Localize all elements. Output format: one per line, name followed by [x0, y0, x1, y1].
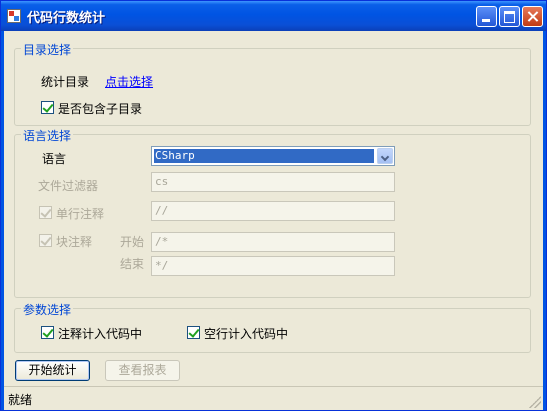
- count-comments-checkbox[interactable]: [41, 326, 54, 339]
- parameters-group: 参数选择 注释计入代码中 空行计入代码中: [14, 301, 531, 353]
- line-comment-checkbox[interactable]: [39, 206, 52, 219]
- block-start-input[interactable]: /*: [151, 232, 395, 252]
- language-select-value: CSharp: [154, 149, 374, 163]
- directory-group: 目录选择 统计目录 点击选择 是否包含子目录: [14, 41, 531, 126]
- client-area: 目录选择 统计目录 点击选择 是否包含子目录 语言选择 语言 CSharp 文件…: [4, 31, 543, 410]
- app-icon: [7, 9, 21, 23]
- language-label: 语言: [42, 152, 67, 166]
- window-title: 代码行数统计: [27, 11, 106, 26]
- start-count-button[interactable]: 开始统计: [15, 360, 90, 381]
- line-comment-input[interactable]: //: [151, 201, 395, 221]
- pick-directory-link[interactable]: 点击选择: [105, 73, 153, 90]
- language-select[interactable]: CSharp: [151, 146, 395, 166]
- status-bar: 就绪: [4, 386, 543, 410]
- block-start-label: 开始: [120, 235, 145, 249]
- block-end-input[interactable]: */: [151, 256, 395, 276]
- include-subdirs-label[interactable]: 是否包含子目录: [58, 100, 142, 117]
- main-window: 代码行数统计 目录选择 统计目录 点击选择 是否包含子目录 语言选择 语言 CS…: [0, 0, 547, 411]
- language-group-title: 语言选择: [21, 127, 74, 144]
- close-button[interactable]: [522, 6, 543, 27]
- directory-label: 统计目录: [41, 75, 90, 89]
- count-blank-lines-label[interactable]: 空行计入代码中: [204, 325, 288, 342]
- status-text: 就绪: [8, 393, 33, 407]
- file-filter-label: 文件过滤器: [38, 179, 99, 193]
- parameters-group-title: 参数选择: [21, 301, 74, 318]
- maximize-button[interactable]: [499, 6, 520, 27]
- block-comment-label: 块注释: [56, 235, 93, 249]
- line-comment-label: 单行注释: [56, 207, 105, 221]
- count-blank-lines-checkbox[interactable]: [187, 326, 200, 339]
- block-end-label: 结束: [120, 257, 145, 271]
- title-bar[interactable]: 代码行数统计: [1, 1, 546, 31]
- minimize-button[interactable]: [476, 6, 497, 27]
- block-comment-checkbox[interactable]: [39, 234, 52, 247]
- view-report-button[interactable]: 查看报表: [105, 360, 180, 381]
- resize-grip-icon[interactable]: [529, 396, 541, 408]
- include-subdirs-checkbox[interactable]: [41, 101, 54, 114]
- file-filter-input[interactable]: cs: [151, 172, 395, 192]
- chevron-down-icon[interactable]: [377, 148, 393, 164]
- directory-group-title: 目录选择: [21, 41, 74, 58]
- count-comments-label[interactable]: 注释计入代码中: [58, 325, 142, 342]
